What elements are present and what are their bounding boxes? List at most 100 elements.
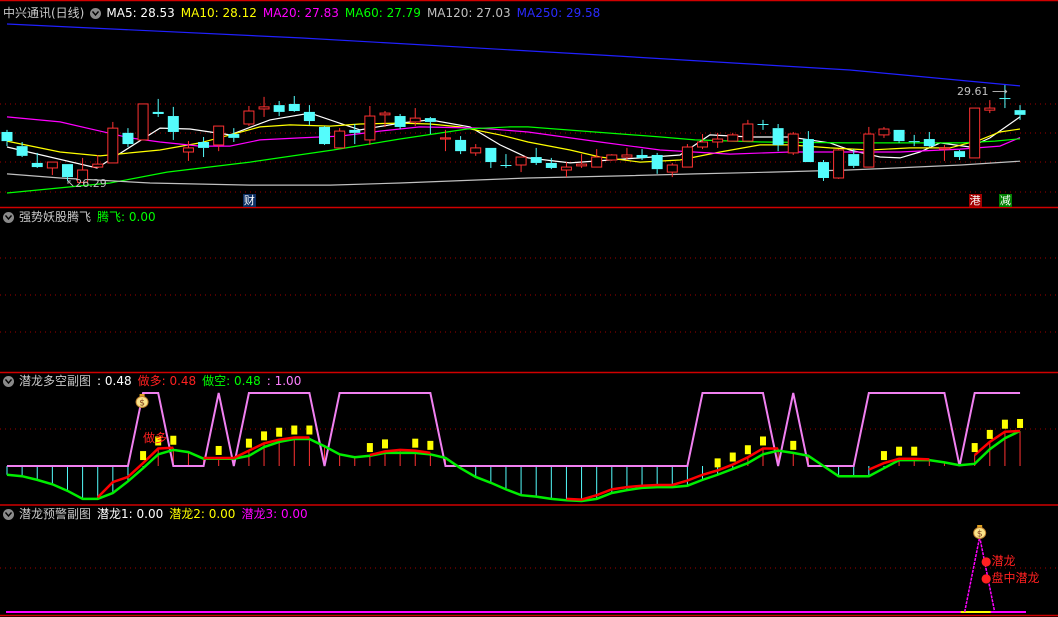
candle-body — [334, 130, 346, 149]
signal-bar — [896, 446, 903, 456]
candle-body — [938, 147, 950, 150]
candle-body — [908, 141, 920, 143]
signal-bar — [140, 451, 147, 461]
candle-body — [61, 164, 73, 178]
candle-body — [1014, 110, 1026, 115]
signal-bar — [714, 458, 721, 468]
candle-body — [319, 126, 331, 145]
candle-up[interactable] — [969, 107, 981, 159]
signal-bar — [427, 440, 434, 450]
candle-body — [651, 154, 663, 170]
candle-up[interactable] — [787, 131, 799, 155]
panel2-value: 腾飞: 0.00 — [97, 210, 156, 224]
candle-body — [817, 162, 829, 178]
candle-body — [500, 165, 512, 167]
candle-body — [470, 147, 482, 154]
candle-body — [848, 154, 860, 166]
candle-body — [757, 124, 769, 125]
signal-bar — [790, 440, 797, 450]
candle-down[interactable] — [817, 159, 829, 181]
candle-body — [31, 162, 43, 168]
stock-chart-canvas[interactable]: $ $ — [0, 0, 1058, 617]
ma20-label: MA20: 27.83 — [262, 6, 339, 20]
candle-up[interactable] — [334, 128, 346, 149]
candle-body — [712, 138, 724, 143]
dollar-glyph: $ — [977, 530, 983, 540]
candle-up[interactable] — [107, 121, 119, 164]
signal-bar — [911, 446, 918, 456]
candle-body — [923, 139, 935, 147]
high-price-marker: 29.61 ⟶ — [957, 85, 1008, 98]
stock-title: 中兴通讯(日线) — [3, 6, 85, 20]
candle-body — [878, 128, 890, 136]
candle-body — [802, 139, 814, 163]
signal-bar — [261, 431, 268, 441]
candle-body — [515, 156, 527, 166]
chevron-down-icon[interactable] — [3, 211, 14, 223]
panel3-signal-value: : 1.00 — [266, 374, 302, 388]
candle-body — [107, 127, 119, 164]
ma120-label: MA120: 27.03 — [426, 6, 511, 20]
candle-body — [92, 163, 104, 168]
candle-up[interactable] — [833, 149, 845, 179]
signal-bar — [1017, 418, 1024, 428]
panel4-title: 潜龙预警副图 — [19, 507, 92, 521]
panel3-short-value: 做空: 0.48 — [202, 374, 261, 388]
legend-intraday-qianlong: ●盘中潜龙 — [981, 571, 1040, 585]
candle-down[interactable] — [893, 129, 905, 143]
candle-body — [364, 115, 376, 141]
candle-body — [182, 147, 194, 153]
panel4-header: 潜龙预警副图 潜龙1: 0.00 潜龙2: 0.00 潜龙3: 0.00 — [3, 506, 314, 522]
candle-up[interactable] — [606, 154, 618, 161]
signal-bar — [729, 452, 736, 462]
candle-body — [137, 103, 149, 141]
candle-body — [288, 103, 300, 112]
panel2-header: 强势妖股腾飞 腾飞: 0.00 — [3, 209, 162, 225]
event-tag-hk[interactable]: 港 — [968, 194, 982, 207]
candle-body — [228, 134, 240, 138]
candle-down[interactable] — [319, 126, 331, 145]
candle-down[interactable] — [394, 113, 406, 130]
event-tag-finance[interactable]: 财 — [242, 194, 256, 207]
low-price-value: 26.29 — [75, 177, 107, 190]
panel3-header: 潜龙多空副图 : 0.48 做多: 0.48 做空: 0.48 : 1.00 — [3, 373, 307, 389]
signal-bar — [382, 439, 388, 449]
candle-body — [258, 106, 270, 110]
main-header: 中兴通讯(日线) MA5: 28.53 MA10: 28.12 MA20: 27… — [3, 5, 606, 21]
candle-body — [349, 129, 361, 133]
signal-bar — [306, 425, 313, 435]
candle-body — [243, 110, 255, 125]
panel4-v1: 潜龙1: 0.00 — [97, 507, 164, 521]
candle-body — [485, 147, 497, 163]
candle-body — [969, 107, 981, 159]
signal-bar — [215, 445, 222, 455]
candle-body — [303, 111, 315, 122]
signal-bar — [291, 425, 298, 435]
candle-body — [530, 157, 542, 163]
signal-bar — [880, 451, 887, 461]
ma5-label: MA5: 28.53 — [106, 6, 175, 20]
candle-up[interactable] — [681, 144, 693, 168]
signal-bar — [366, 443, 373, 453]
candle-body — [833, 149, 845, 179]
candle-body — [167, 116, 179, 132]
chevron-down-icon[interactable] — [3, 375, 14, 387]
candle-body — [16, 146, 28, 156]
candle-body — [152, 111, 164, 114]
panel4-v2: 潜龙2: 0.00 — [169, 507, 236, 521]
signal-bar — [276, 427, 283, 437]
candle-body — [273, 105, 285, 112]
signal-bar — [412, 438, 419, 448]
arrow-icon: ⟶ — [988, 85, 1008, 98]
chart-background — [0, 0, 1058, 617]
candle-body — [576, 163, 588, 167]
chevron-down-icon[interactable] — [3, 508, 14, 520]
candle-up[interactable] — [137, 103, 149, 141]
event-tag-reduce[interactable]: 减 — [998, 194, 1012, 207]
candle-body — [439, 137, 451, 140]
chevron-down-icon[interactable] — [90, 7, 102, 19]
candle-body — [984, 107, 996, 111]
candle-body — [394, 116, 406, 127]
candle-body — [787, 133, 799, 154]
candle-body — [742, 123, 754, 142]
